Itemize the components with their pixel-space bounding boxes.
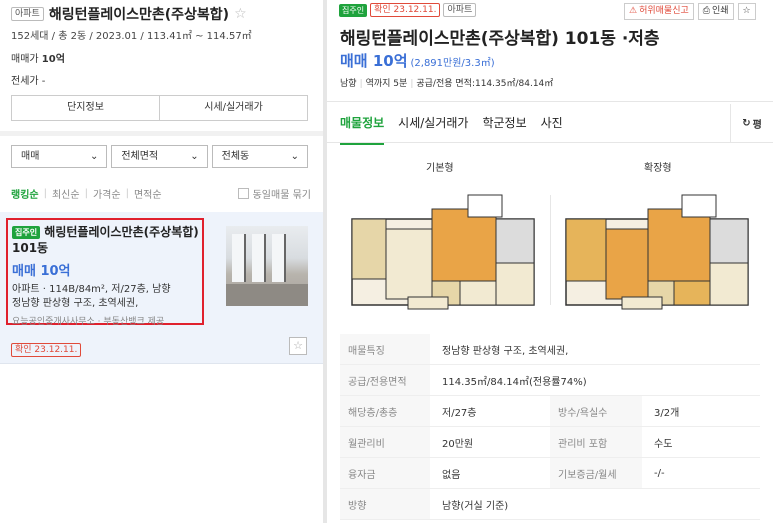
floorplan-extended-image[interactable] (562, 193, 752, 311)
sort-price[interactable]: 가격순 (93, 186, 121, 201)
tab-school[interactable]: 학군정보 (482, 114, 526, 145)
detail-panel: 집주인 확인 23.12.11. 아파트 ⚠ 허위매물신고 ⎙ 인쇄 ☆ 해링턴플레… (327, 0, 773, 523)
meta-area: 공급/전용 면적:114.35㎡/84.14㎡ (416, 79, 554, 89)
type-tag: 아파트 (11, 7, 44, 21)
detail-tags: 집주인 확인 23.12.11. 아파트 (339, 3, 477, 17)
owner-tag: 집주인 (339, 3, 368, 17)
listing-title: 집주인 해링턴플레이스만촌(주상복합) 101동 (12, 224, 202, 256)
trade-type-value: 매매 (21, 151, 40, 162)
confirm-date: 확인 23.12.11. (370, 3, 441, 17)
detail-meta: 남향 | 역까지 5분 | 공급/전용 면적:114.35㎡/84.14㎡ (340, 79, 554, 89)
detail-price-per: (2,891만원/3.3㎡) (410, 58, 495, 69)
price-history-button[interactable]: 시세/실거래가 (160, 96, 307, 120)
filter-selects: 매매 ⌄ 전체면적 ⌄ 전체동 ⌄ (11, 145, 308, 168)
listing-info-table: 매물특징 정남향 판상형 구조, 초역세권, 공급/전용면적 114.35㎡/84.… (340, 334, 760, 520)
sale-price-label: 매매가 (11, 54, 39, 65)
section-divider (0, 131, 323, 136)
confirm-badge: 확인 23.12.11. (11, 339, 82, 358)
type-tag: 아파트 (443, 3, 477, 17)
detail-title: 해링턴플레이스만촌(주상복합) 101동 ·저층 (340, 29, 660, 49)
complex-buttons: 단지정보 시세/실거래가 (11, 95, 308, 121)
info-row-maintenance: 월관리비 20만원 관리비 포함 수도 (340, 427, 760, 458)
info-row-loan: 융자금 없음 기보증금/월세 -/- (340, 458, 760, 489)
building-value: 전체동 (221, 151, 250, 162)
complex-summary: 152세대 / 총 2동 / 2023.01 / 113.41㎡ ~ 114.5… (11, 31, 252, 42)
detail-actions: ⚠ 허위매물신고 ⎙ 인쇄 ☆ (624, 3, 756, 20)
complex-info-button[interactable]: 단지정보 (12, 96, 160, 120)
group-duplicates[interactable]: 동일매물 묶기 (237, 186, 311, 201)
refresh-icon: ↻ (742, 117, 751, 129)
area-select[interactable]: 전체면적 ⌄ (111, 145, 208, 168)
print-icon: ⎙ (702, 6, 710, 16)
print-button[interactable]: ⎙ 인쇄 (697, 3, 734, 20)
tab-listing-info[interactable]: 매물정보 (340, 114, 385, 145)
meta-station: 역까지 5분 (365, 79, 408, 89)
complex-header: 아파트 해링턴플레이스만촌(주상복합) ☆ 152세대 / 총 2동 / 202… (11, 5, 316, 87)
siren-icon: ⚠ (629, 6, 638, 16)
group-duplicates-checkbox[interactable] (237, 188, 249, 199)
listing-price: 매매 10억 (12, 264, 71, 279)
sort-area[interactable]: 면적순 (134, 186, 162, 201)
listing-agent: 요능공인중개사사무소 · 부동산뱅크 제공 (12, 317, 165, 327)
detail-price-main: 매매 10억 (340, 52, 408, 70)
star-button[interactable]: ☆ (737, 3, 756, 20)
chevron-down-icon: ⌄ (190, 151, 199, 162)
report-label: 허위매물신고 (639, 6, 689, 16)
tab-photos[interactable]: 사진 (541, 114, 563, 145)
info-row-feature: 매물특징 정남향 판상형 구조, 초역세권, (340, 334, 760, 365)
tab-price-history[interactable]: 시세/실거래가 (398, 114, 468, 145)
meta-direction: 남향 (340, 79, 357, 89)
building-select[interactable]: 전체동 ⌄ (211, 145, 308, 168)
unit-toggle-label: 평 (752, 119, 762, 131)
sale-price-value: 10억 (41, 54, 65, 65)
info-row-direction: 방향 남향(거실 기준) (340, 489, 760, 520)
report-button[interactable]: ⚠ 허위매물신고 (624, 3, 694, 20)
area-value: 전체면적 (121, 151, 159, 162)
listing-spec: 아파트 · 114B/84m², 저/27층, 남향 (12, 284, 171, 295)
listing-photo[interactable] (226, 226, 308, 306)
floorplan-extended-label: 확장형 (644, 163, 672, 174)
floorplan-basic-label: 기본형 (426, 163, 454, 174)
chevron-down-icon: ⌄ (290, 151, 299, 162)
star-icon[interactable]: ☆ (289, 337, 307, 355)
trade-type-select[interactable]: 매매 ⌄ (11, 145, 108, 168)
sort-latest[interactable]: 최신순 (52, 186, 80, 201)
group-duplicates-label: 동일매물 묶기 (252, 190, 311, 201)
detail-price: 매매 10억 (2,891만원/3.3㎡) (340, 50, 495, 71)
star-icon[interactable]: ☆ (234, 6, 247, 22)
floorplan-basic-image[interactable] (348, 193, 538, 311)
info-row-floor: 해당층/총층 저/27층 방수/욕실수 3/2개 (340, 396, 760, 427)
jeonse-price: 전세가 - (11, 76, 46, 87)
unit-toggle-button[interactable]: ↻ 평 (730, 104, 773, 142)
floorplan-section: 기본형 확장형 (340, 145, 760, 325)
sort-options: 랭킹순 | 최신순 | 가격순 | 면적순 동일매물 묶기 (11, 186, 311, 201)
star-icon: ☆ (742, 6, 751, 16)
sort-ranking[interactable]: 랭킹순 (11, 186, 39, 201)
confirm-date: 확인 23.12.11. (11, 342, 82, 357)
listing-body[interactable]: 집주인 해링턴플레이스만촌(주상복합) 101동 매매 10억 아파트 · 11… (12, 224, 202, 327)
sale-price: 매매가 10억 (11, 50, 316, 65)
detail-tabs: 매물정보 시세/실거래가 학군정보 사진 (340, 114, 563, 145)
owner-tag: 집주인 (12, 226, 41, 239)
complex-title: 해링턴플레이스만촌(주상복합) (48, 7, 230, 23)
listing-desc: 정남향 판상형 구조, 초역세권, (12, 298, 139, 309)
print-label: 인쇄 (711, 6, 729, 16)
chevron-down-icon: ⌄ (89, 151, 99, 162)
info-row-area: 공급/전용면적 114.35㎡/84.14㎡(전용률74%) (340, 365, 760, 396)
listing-title-text: 해링턴플레이스만촌(주상복합) 101동 (12, 225, 199, 255)
left-panel: 아파트 해링턴플레이스만촌(주상복합) ☆ 152세대 / 총 2동 / 202… (0, 0, 323, 523)
